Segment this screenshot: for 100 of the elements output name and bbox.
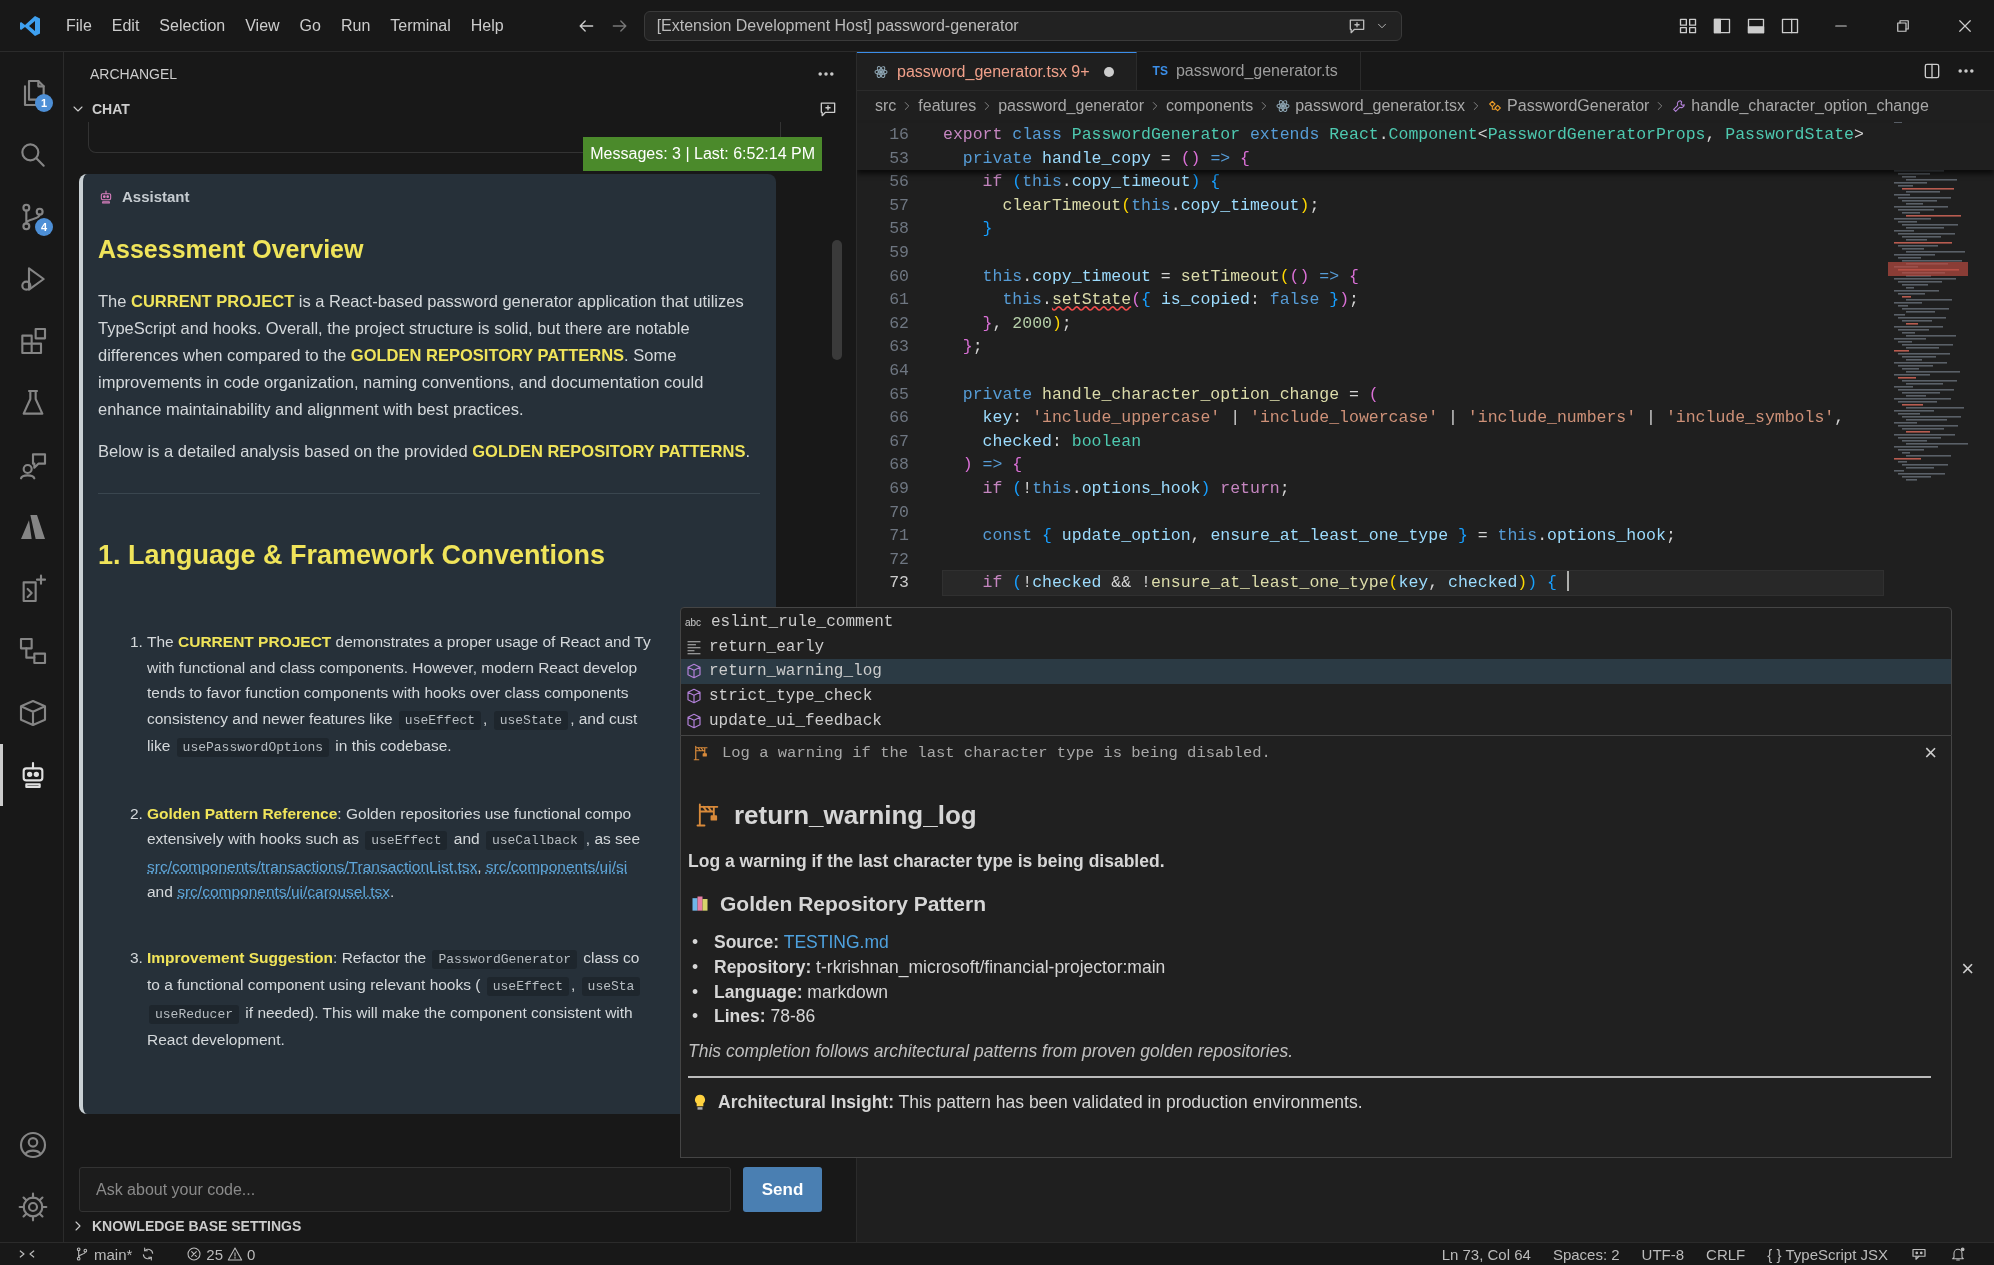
- class-icon: [1487, 98, 1504, 114]
- fact-label: Repository:: [714, 956, 812, 977]
- line-number: 58: [888, 218, 909, 241]
- chat-input[interactable]: Ask about your code...: [79, 1167, 731, 1212]
- line-number: 65: [888, 383, 909, 406]
- account-icon: [17, 1129, 49, 1161]
- heading: Assessment Overview: [98, 235, 365, 264]
- summary-text: Log a warning if the last character type is being disabled.: [722, 743, 1271, 762]
- line-number: 71: [888, 525, 909, 548]
- breadcrumb[interactable]: features: [918, 97, 977, 115]
- fact-label: Lines:: [714, 1006, 766, 1027]
- suggestion-item[interactable]: eslint_rule_comment: [711, 613, 894, 632]
- menu-item[interactable]: View: [235, 12, 290, 39]
- cursor-position[interactable]: Ln 73, Col 64: [1441, 1245, 1531, 1263]
- close-button[interactable]: ×: [1961, 956, 1974, 982]
- list-number: 3.: [130, 947, 144, 968]
- crane-icon: [692, 743, 710, 762]
- editor-tab[interactable]: password_generator.tsx 9+: [857, 52, 1137, 90]
- error-icon: [186, 1246, 203, 1262]
- close-button[interactable]: ×: [1924, 739, 1937, 766]
- code-line: key: 'include_uppercase' | 'include_lowercase' | 'include_numbers' | 'include_symbols',: [981, 407, 1845, 430]
- menu-item[interactable]: Edit: [101, 12, 150, 39]
- breadcrumb[interactable]: PasswordGenerator: [1507, 97, 1650, 115]
- branch-name[interactable]: main*: [94, 1245, 133, 1263]
- encoding[interactable]: UTF-8: [1641, 1245, 1685, 1263]
- insight-text: Architectural Insight: This pattern has been validated in production environments.: [718, 1092, 1363, 1114]
- code-line: clearTimeout(this.copy_timeout);: [1001, 194, 1320, 217]
- line-number: 72: [888, 548, 909, 571]
- code-line: };: [961, 336, 983, 359]
- suggestion-item[interactable]: return_warning_log: [709, 662, 882, 681]
- menu-item[interactable]: Help: [460, 12, 514, 39]
- bullet: •: [691, 955, 700, 979]
- bullet: •: [691, 980, 700, 1004]
- list-number: 1.: [130, 632, 144, 652]
- error-count[interactable]: 25: [206, 1245, 224, 1263]
- link[interactable]: src/components/ui/si: [485, 857, 628, 875]
- line-number: 60: [888, 265, 909, 288]
- code-line: checked: boolean: [981, 430, 1142, 453]
- suggestion-item[interactable]: strict_type_check: [709, 687, 873, 706]
- line-ending[interactable]: CRLF: [1706, 1245, 1746, 1263]
- menu-item[interactable]: Run: [330, 12, 381, 39]
- indentation[interactable]: Spaces: 2: [1552, 1245, 1620, 1263]
- code-line: }, 2000);: [981, 312, 1072, 335]
- breadcrumb[interactable]: components: [1166, 97, 1254, 115]
- send-button[interactable]: Send: [743, 1167, 822, 1212]
- warning-count[interactable]: 0: [247, 1245, 256, 1263]
- badge-count: 1: [35, 94, 53, 112]
- detail-title: return_warning_log: [734, 799, 977, 831]
- breadcrumb[interactable]: src: [875, 97, 897, 115]
- menu-item[interactable]: Terminal: [380, 12, 461, 39]
- code-line: if (this.copy_timeout) {: [981, 171, 1221, 194]
- paragraph: Below is a detailed analysis based on the provided GOLDEN REPOSITORY PATTERNS.: [98, 441, 752, 462]
- language-mode[interactable]: TypeScript JSX: [1785, 1245, 1888, 1263]
- list-item-text: Golden Pattern Reference: Golden repositories use functional compo extensively with hooks such as useEffect and useCallback , as see src/components/transactions/TransactionList.tsx, src/components/ui/si and src/components/ui/carousel.tsx.: [147, 803, 641, 902]
- line-number: 70: [888, 501, 909, 524]
- menu-item[interactable]: Selection: [149, 12, 236, 39]
- code-line: private handle_copy = () => {: [961, 147, 1250, 170]
- line-number: 64: [888, 359, 909, 382]
- bullet: •: [691, 1005, 700, 1029]
- menu-item[interactable]: File: [56, 12, 102, 39]
- menu-item[interactable]: Go: [289, 12, 331, 39]
- fact-value: t-rkrishnan_microsoft/financial-projector:main: [816, 956, 1166, 977]
- list-item-text: The CURRENT PROJECT demonstrates a proper usage of React and Ty with functional and class components. However, modern React develop tends to favor function components with hooks over class components consistency and newer features like useEffect , useState , and cust like usePasswordOptions in this codebase.: [147, 632, 651, 759]
- link[interactable]: src/components/ui/carousel.tsx: [177, 883, 390, 900]
- line-number: 67: [888, 430, 909, 453]
- cube-icon: [685, 662, 703, 681]
- line-number: 57: [888, 194, 909, 217]
- fact-value: 78-86: [770, 1006, 816, 1027]
- scrollbar-thumb[interactable]: [832, 240, 842, 360]
- breadcrumb[interactable]: password_generator: [998, 97, 1144, 115]
- app-logo-icon: [18, 13, 42, 38]
- suggestion-item[interactable]: return_early: [709, 637, 825, 656]
- section-header[interactable]: CHAT: [92, 101, 812, 117]
- line-number: 61: [888, 289, 909, 312]
- panel-title: ARCHANGEL: [90, 66, 179, 82]
- line-number: 16: [888, 124, 909, 146]
- heading: 1. Language & Framework Conventions: [98, 540, 607, 571]
- code-line: private handle_character_option_change = (: [961, 383, 1379, 406]
- wrench-icon: [1671, 98, 1688, 114]
- section-header[interactable]: KNOWLEDGE BASE SETTINGS: [92, 1218, 302, 1234]
- code-line: const { update_option, ensure_at_least_one_type } = this.options_hook;: [981, 525, 1676, 548]
- split-editor-icon[interactable]: [1922, 61, 1942, 81]
- code-line: this.setState({ is_copied: false });: [1001, 289, 1359, 312]
- line-number: 59: [888, 241, 909, 264]
- cube-icon: [685, 687, 703, 706]
- line-number: 62: [888, 312, 909, 335]
- flow-icon: [17, 635, 49, 667]
- suggestion-item[interactable]: update_ui_feedback: [709, 711, 882, 730]
- line-number: 66: [888, 407, 909, 430]
- command-center[interactable]: [Extension Development Host] password-generator: [643, 10, 1402, 41]
- editor-tab[interactable]: TS password_generator.ts: [1136, 52, 1361, 90]
- bell-icon[interactable]: [1950, 1246, 1966, 1262]
- breadcrumb[interactable]: password_generator.tsx: [1295, 97, 1466, 115]
- paragraph: The CURRENT PROJECT is a React-based password generator application that utilizes TypeScript and hooks. Overall, the project structure is solid, but there are notable differences when compared to the GOLDEN REPOSITORY PATTERNS. Some improvements in code organization, naming conventions, and documentation could enhance maintainability and alignment with best practices.: [98, 291, 745, 420]
- badge-count: 4: [35, 218, 53, 236]
- code-line: export class PasswordGenerator extends React.Component<PasswordGeneratorProps, PasswordState>: [943, 124, 1864, 146]
- link[interactable]: TESTING.md: [783, 931, 889, 952]
- warning-icon: [227, 1246, 244, 1262]
- breadcrumb[interactable]: handle_character_option_change: [1691, 97, 1929, 115]
- line-number: 56: [888, 171, 909, 194]
